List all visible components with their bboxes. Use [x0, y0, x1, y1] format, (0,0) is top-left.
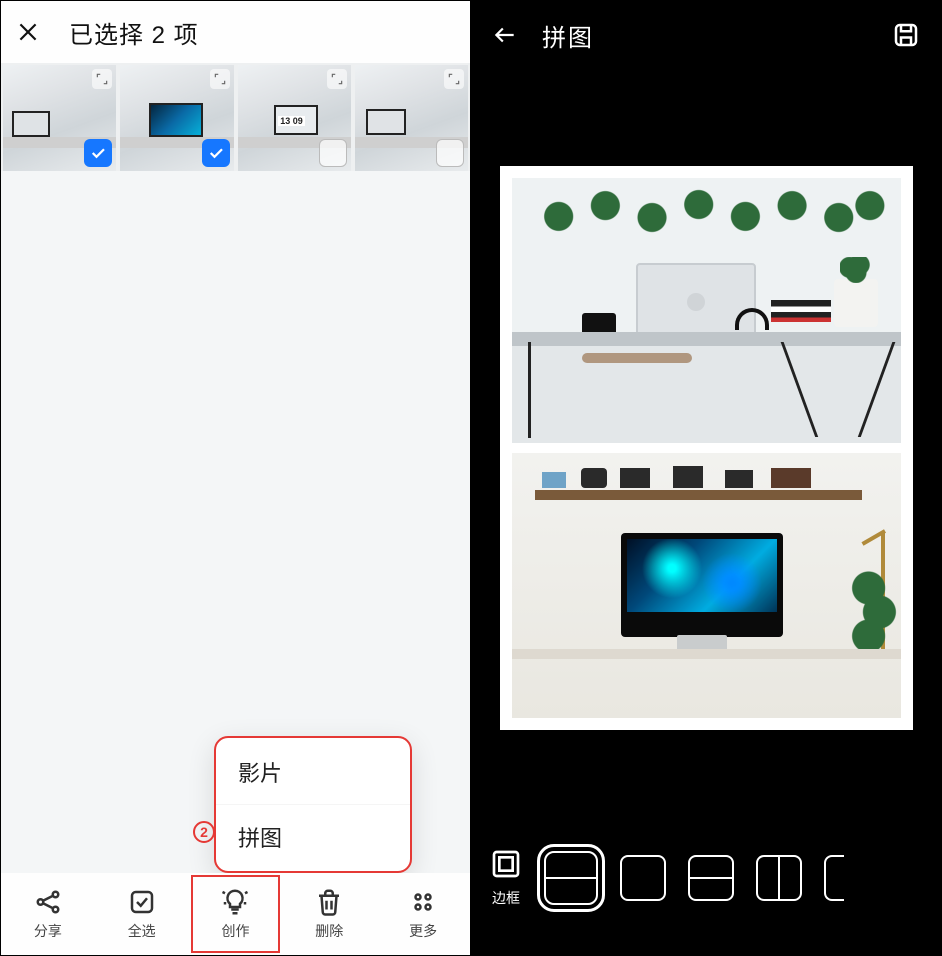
lightbulb-icon	[220, 887, 250, 917]
annotation-marker-2: 2	[193, 821, 215, 843]
gallery-selection-screen: 已选择 2 项 13 09	[0, 0, 471, 956]
expand-icon[interactable]	[444, 69, 464, 89]
collage-photo-1[interactable]	[512, 178, 901, 443]
close-icon[interactable]	[15, 19, 41, 45]
layout-2-horizontal-stack[interactable]	[688, 855, 734, 901]
more-label: 更多	[409, 921, 437, 941]
checkbox-checked-icon[interactable]	[84, 139, 112, 167]
thumbnail-1[interactable]	[3, 65, 116, 171]
checkbox-unchecked-icon[interactable]	[319, 139, 347, 167]
select-all-button[interactable]: 全选	[95, 873, 189, 955]
expand-icon[interactable]	[210, 69, 230, 89]
collage-photo-2[interactable]	[512, 453, 901, 718]
back-arrow-icon[interactable]	[492, 22, 518, 48]
thumbnail-3[interactable]: 13 09	[238, 65, 351, 171]
expand-icon[interactable]	[327, 69, 347, 89]
select-all-icon	[127, 887, 157, 917]
frame-button[interactable]: 边框	[490, 848, 522, 908]
layout-2-vertical[interactable]	[544, 851, 598, 905]
selection-title: 已选择 2 项	[69, 15, 199, 50]
share-label: 分享	[34, 921, 62, 941]
create-button[interactable]: 创作	[189, 873, 283, 955]
right-header: 拼图	[472, 1, 941, 69]
more-button[interactable]: 更多	[376, 873, 470, 955]
layout-toolbar: 边框	[472, 823, 941, 933]
checkbox-checked-icon[interactable]	[202, 139, 230, 167]
layout-single[interactable]	[620, 855, 666, 901]
select-all-label: 全选	[128, 921, 156, 941]
share-button[interactable]: 分享	[1, 873, 95, 955]
more-icon	[408, 887, 438, 917]
popover-item-collage[interactable]: 拼图	[216, 804, 410, 869]
left-header: 已选择 2 项	[1, 1, 470, 63]
thumbnail-4[interactable]	[355, 65, 468, 171]
collage-title: 拼图	[542, 18, 594, 53]
expand-icon[interactable]	[92, 69, 112, 89]
checkbox-unchecked-icon[interactable]	[436, 139, 464, 167]
frame-icon	[490, 848, 522, 880]
delete-label: 删除	[315, 921, 343, 941]
layout-more[interactable]	[824, 855, 844, 901]
layout-2-side-by-side[interactable]	[756, 855, 802, 901]
thumbnail-strip: 13 09	[1, 63, 470, 171]
collage-canvas[interactable]	[500, 166, 913, 730]
trash-icon	[314, 887, 344, 917]
clock-overlay: 13 09	[278, 116, 305, 126]
share-icon	[33, 887, 63, 917]
save-icon[interactable]	[891, 20, 921, 50]
create-popover: 影片 拼图	[214, 736, 412, 873]
frame-label: 边框	[492, 888, 520, 908]
create-label: 创作	[221, 921, 249, 941]
thumbnail-2[interactable]	[120, 65, 233, 171]
delete-button[interactable]: 删除	[282, 873, 376, 955]
collage-editor-screen: 拼图 边框	[471, 0, 942, 956]
bottom-action-bar: 分享 全选 创作 删除 更多	[1, 873, 470, 955]
popover-item-movie[interactable]: 影片	[216, 740, 410, 804]
